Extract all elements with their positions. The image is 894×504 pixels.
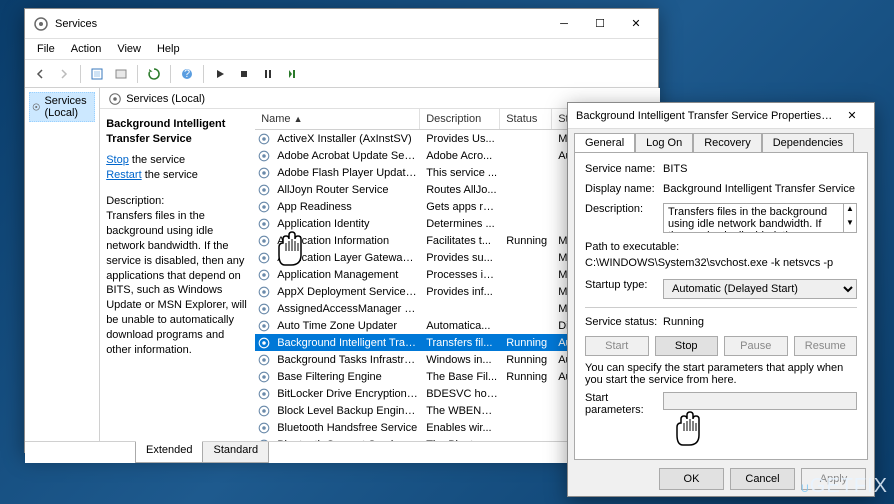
path-value: C:\WINDOWS\System32\svchost.exe -k netsv…: [585, 257, 857, 269]
properties-button[interactable]: [86, 63, 108, 85]
pause-button[interactable]: [257, 63, 279, 85]
service-status-value: Running: [663, 316, 857, 328]
menu-action[interactable]: Action: [63, 41, 110, 57]
detail-pane: Background Intelligent Transfer Service …: [100, 109, 255, 441]
properties-dialog: Background Intelligent Transfer Service …: [567, 102, 875, 497]
maximize-button[interactable]: ☐: [582, 13, 618, 35]
export-button[interactable]: [110, 63, 132, 85]
restart-button[interactable]: [281, 63, 303, 85]
tab-extended[interactable]: Extended: [135, 441, 203, 463]
window-title: Services: [55, 18, 546, 30]
column-description[interactable]: Description: [420, 109, 500, 129]
dialog-tabs: General Log On Recovery Dependencies: [568, 129, 874, 152]
menubar: File Action View Help: [25, 39, 658, 60]
description-label: Description:: [585, 203, 663, 215]
selected-service-name: Background Intelligent Transfer Service: [106, 117, 249, 147]
path-label: Path to executable:: [585, 241, 857, 253]
column-status[interactable]: Status: [500, 109, 552, 129]
svg-text:?: ?: [184, 68, 190, 80]
panel-title: Services (Local): [126, 93, 205, 105]
display-name-value: Background Intelligent Transfer Service: [663, 183, 857, 195]
stop-button[interactable]: [233, 63, 255, 85]
stop-link[interactable]: Stop: [106, 154, 129, 166]
tab-dependencies[interactable]: Dependencies: [762, 133, 854, 152]
description-text: Transfers files in the background using …: [106, 209, 249, 357]
description-textarea[interactable]: Transfers files in the background using …: [663, 203, 844, 233]
help-button[interactable]: ?: [176, 63, 198, 85]
service-name-value: BITS: [663, 163, 857, 175]
tab-general[interactable]: General: [574, 133, 635, 152]
ok-button[interactable]: OK: [659, 468, 724, 490]
scroll-up-icon[interactable]: ▲: [844, 204, 856, 218]
view-tabs: Extended Standard: [25, 441, 658, 463]
start-params-label: Start parameters:: [585, 392, 663, 416]
stop-button[interactable]: Stop: [655, 336, 719, 356]
column-name[interactable]: Name ▲: [255, 109, 420, 129]
restart-link[interactable]: Restart: [106, 169, 141, 181]
resume-button: Resume: [794, 336, 858, 356]
menu-help[interactable]: Help: [149, 41, 188, 57]
pause-button: Pause: [724, 336, 788, 356]
service-name-label: Service name:: [585, 163, 663, 175]
watermark: UUGETFIXGETFIX: [801, 475, 888, 498]
titlebar[interactable]: Services ─ ☐ ✕: [25, 9, 658, 39]
tree-node-services-local[interactable]: Services (Local): [29, 92, 95, 122]
startup-type-label: Startup type:: [585, 279, 663, 291]
service-status-label: Service status:: [585, 316, 663, 328]
dialog-close-button[interactable]: ✕: [834, 105, 870, 127]
dialog-titlebar[interactable]: Background Intelligent Transfer Service …: [568, 103, 874, 129]
minimize-button[interactable]: ─: [546, 13, 582, 35]
play-button[interactable]: [209, 63, 231, 85]
cancel-button[interactable]: Cancel: [730, 468, 795, 490]
forward-button[interactable]: [53, 63, 75, 85]
startup-type-select[interactable]: Automatic (Delayed Start): [663, 279, 857, 299]
menu-view[interactable]: View: [109, 41, 149, 57]
tab-standard[interactable]: Standard: [202, 442, 269, 463]
display-name-label: Display name:: [585, 183, 663, 195]
start-params-input[interactable]: [663, 392, 857, 410]
refresh-button[interactable]: [143, 63, 165, 85]
hint-text: You can specify the start parameters tha…: [585, 362, 857, 386]
start-button: Start: [585, 336, 649, 356]
menu-file[interactable]: File: [29, 41, 63, 57]
description-heading: Description:: [106, 194, 249, 209]
services-window: Services ─ ☐ ✕ File Action View Help ? S: [24, 8, 659, 453]
close-button[interactable]: ✕: [618, 13, 654, 35]
toolbar: ?: [25, 60, 658, 88]
dialog-body: Service name: BITS Display name: Backgro…: [574, 152, 868, 460]
nav-tree: Services (Local): [25, 88, 100, 441]
tree-node-label: Services (Local): [44, 95, 92, 119]
tab-logon[interactable]: Log On: [635, 133, 693, 152]
gear-icon: [33, 16, 49, 32]
back-button[interactable]: [29, 63, 51, 85]
tab-recovery[interactable]: Recovery: [693, 133, 761, 152]
scroll-down-icon[interactable]: ▼: [844, 218, 856, 232]
dialog-title: Background Intelligent Transfer Service …: [576, 110, 834, 122]
